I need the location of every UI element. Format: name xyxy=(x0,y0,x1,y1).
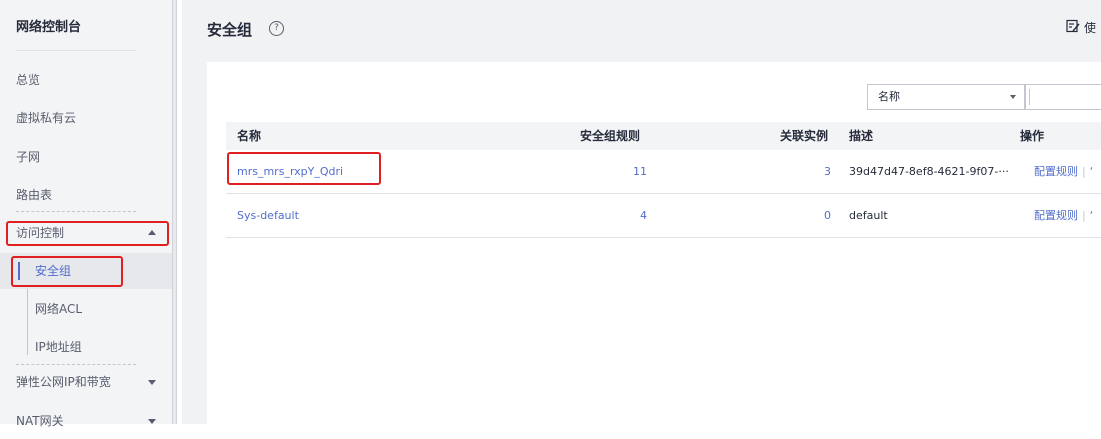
search-input[interactable] xyxy=(1025,84,1101,110)
configure-rules-link[interactable]: 配置规则 xyxy=(1034,209,1078,222)
rules-count-link[interactable]: 11 xyxy=(633,150,647,194)
table-row: mrs_mrs_rxpY_Qdri 11 3 39d47d47-8ef8-462… xyxy=(226,150,1101,194)
caret-down-icon xyxy=(148,419,156,424)
instances-count-link[interactable]: 0 xyxy=(824,194,831,238)
content-card: 名称 名称 安全组规则 关联实例 描述 操作 mrs_mrs_rxpY_Qdri… xyxy=(207,62,1101,424)
sidebar-item-security-group[interactable]: 安全组 xyxy=(0,253,172,289)
sidebar-item-label: 访问控制 xyxy=(16,226,65,240)
chevron-down-icon xyxy=(1010,95,1016,99)
filter-field-select[interactable]: 名称 xyxy=(867,84,1025,110)
sidebar-item-ip-group[interactable]: IP地址组 xyxy=(0,329,172,365)
sidebar: 网络控制台 总览 虚拟私有云 子网 路由表 访问控制 安全组 网络ACL IP地… xyxy=(0,0,172,428)
caret-down-icon xyxy=(148,380,156,385)
actions-cell: 配置规则 | ‘ xyxy=(1034,150,1093,194)
actions-cell: 配置规则 | ‘ xyxy=(1034,194,1093,238)
sidebar-item-label: 弹性公网IP和带宽 xyxy=(16,375,111,389)
description-cell: 39d47d47-8ef8-4621-9f07-··· xyxy=(849,165,1009,178)
column-header-description: 描述 xyxy=(849,129,874,143)
column-header-rules: 安全组规则 xyxy=(580,129,641,143)
caret-up-icon xyxy=(148,230,156,235)
divider: | xyxy=(1082,165,1086,178)
instances-count-link[interactable]: 3 xyxy=(824,150,831,194)
column-header-actions: 操作 xyxy=(1020,129,1045,143)
sidebar-item-access-control[interactable]: 访问控制 xyxy=(0,215,172,251)
sidebar-item-subnet[interactable]: 子网 xyxy=(0,139,172,175)
column-header-instances: 关联实例 xyxy=(780,129,829,143)
divider xyxy=(16,211,136,212)
sidebar-item-eip[interactable]: 弹性公网IP和带宽 xyxy=(0,364,172,400)
sidebar-item-nat[interactable]: NAT网关 xyxy=(0,403,172,439)
console-title: 网络控制台 xyxy=(16,20,82,35)
main-content: 安全组 ? 使 名称 名称 安全组规则 关联实例 描述 操作 mrs_mrs_r… xyxy=(182,0,1101,424)
configure-rules-link[interactable]: 配置规则 xyxy=(1034,165,1078,178)
help-icon[interactable]: ? xyxy=(269,21,284,36)
security-group-name-link[interactable]: mrs_mrs_rxpY_Qdri xyxy=(237,150,343,194)
table-header: 名称 安全组规则 关联实例 描述 操作 xyxy=(226,122,1101,150)
sidebar-item-label: 安全组 xyxy=(35,264,72,278)
sidebar-item-label: NAT网关 xyxy=(16,414,64,428)
table-row: Sys-default 4 0 default 配置规则 | ‘ xyxy=(226,194,1101,238)
rules-count-link[interactable]: 4 xyxy=(640,194,647,238)
active-indicator xyxy=(18,262,20,280)
divider xyxy=(1029,89,1030,105)
sidebar-item-vpc[interactable]: 虚拟私有云 xyxy=(0,100,172,136)
more-link[interactable]: ‘ xyxy=(1090,165,1094,178)
guide-link[interactable]: 使 xyxy=(1084,19,1096,36)
panel-splitter[interactable] xyxy=(172,0,177,424)
divider: | xyxy=(1082,209,1086,222)
description-cell: default xyxy=(849,209,888,222)
sidebar-item-overview[interactable]: 总览 xyxy=(0,62,172,98)
guide-icon[interactable] xyxy=(1066,19,1080,33)
more-link[interactable]: ‘ xyxy=(1090,209,1094,222)
column-header-name: 名称 xyxy=(237,129,262,143)
sidebar-item-route-table[interactable]: 路由表 xyxy=(0,177,172,213)
page-title: 安全组 xyxy=(207,21,253,39)
filter-field-label: 名称 xyxy=(878,90,900,103)
divider xyxy=(16,50,136,51)
sidebar-item-network-acl[interactable]: 网络ACL xyxy=(0,291,172,327)
security-group-name-link[interactable]: Sys-default xyxy=(237,194,299,238)
